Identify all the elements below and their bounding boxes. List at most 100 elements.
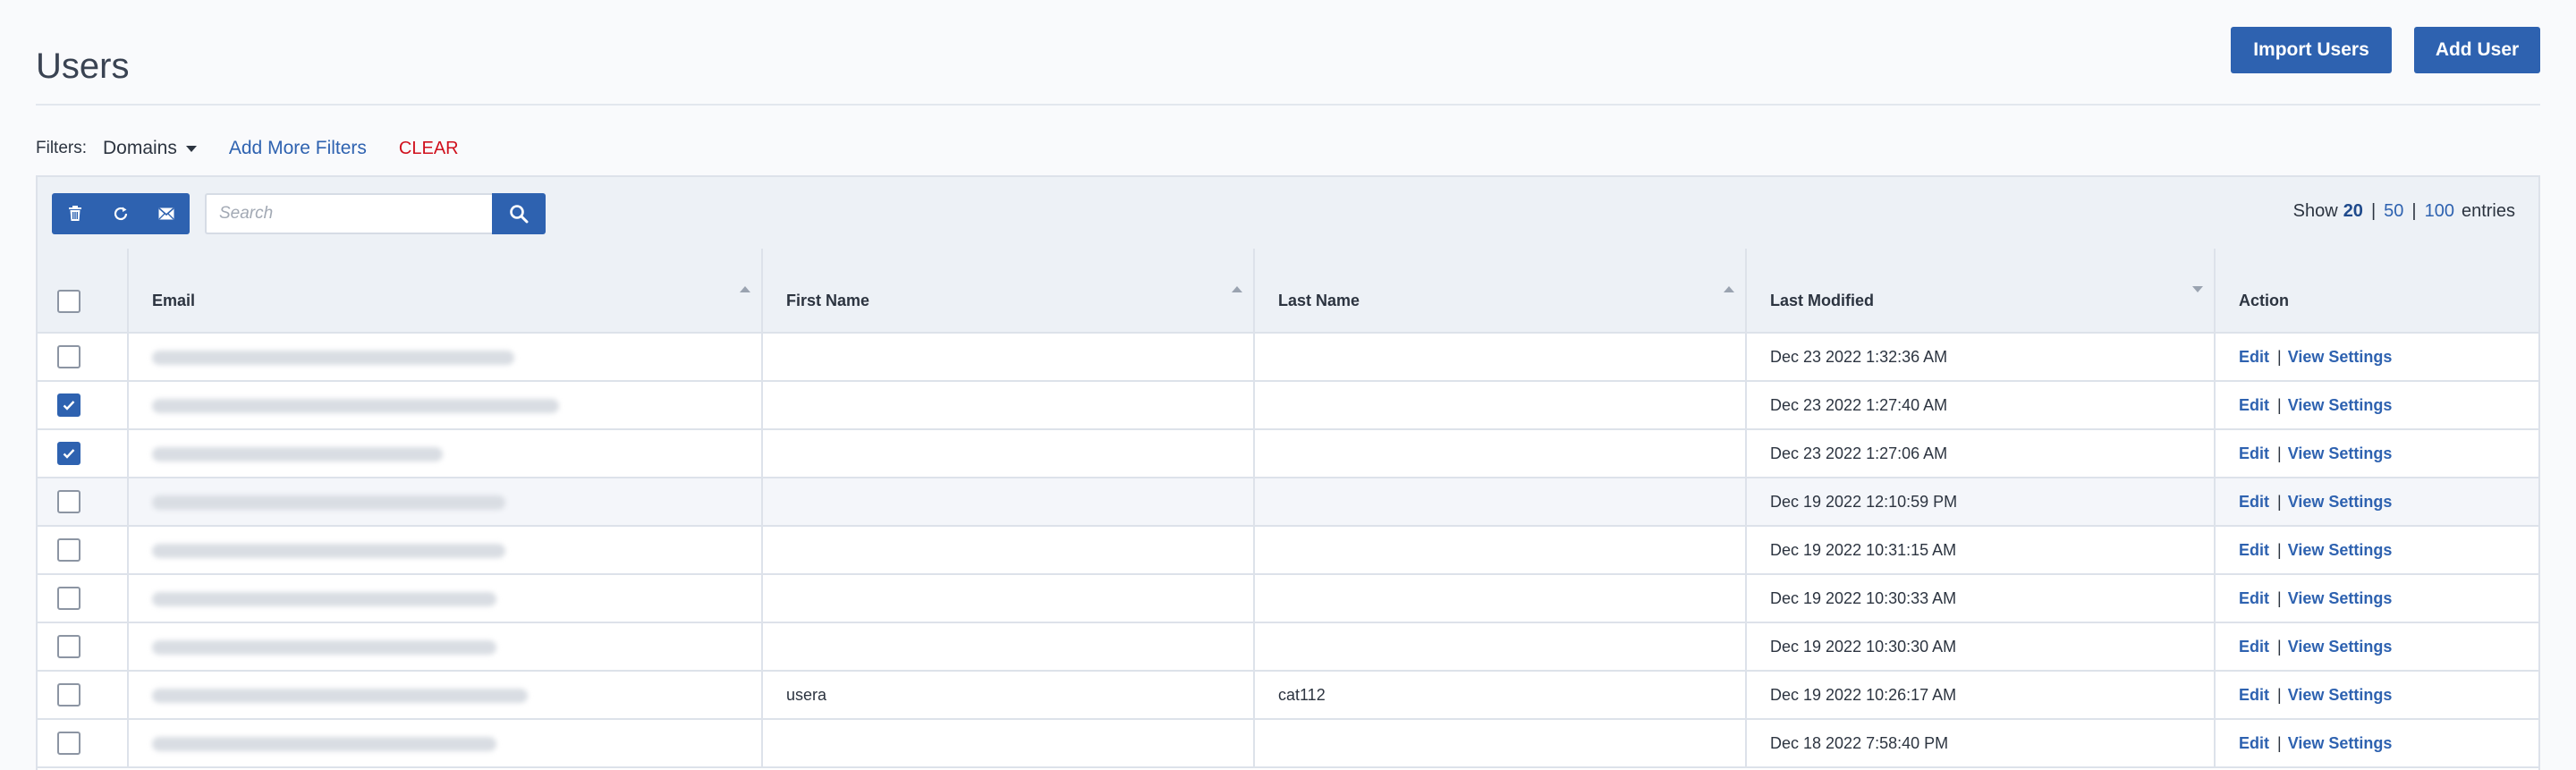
first-name-cell: [762, 429, 1255, 478]
search-button[interactable]: [492, 193, 546, 234]
view-settings-link[interactable]: View Settings: [2288, 444, 2393, 462]
column-header-last-modified[interactable]: Last Modified: [1746, 249, 2216, 334]
delete-button[interactable]: [52, 193, 97, 234]
last-name-cell: [1254, 381, 1747, 430]
edit-link[interactable]: Edit: [2239, 348, 2269, 366]
page-size-20[interactable]: 20: [2343, 201, 2363, 222]
last-modified-cell: Dec 23 2022 1:27:40 AM: [1746, 381, 2216, 430]
domains-filter-dropdown[interactable]: Domains: [103, 138, 197, 159]
column-label: Last Name: [1278, 292, 1360, 309]
email-redacted: [152, 447, 443, 461]
action-cell: Edit | View Settings: [2215, 333, 2538, 382]
page-title: Users: [36, 47, 130, 86]
row-select-cell: [38, 719, 129, 768]
import-users-button[interactable]: Import Users: [2231, 27, 2392, 73]
row-checkbox[interactable]: [57, 683, 80, 707]
email-cell: [128, 622, 763, 672]
column-header-last-name[interactable]: Last Name: [1254, 249, 1747, 334]
table-row: Dec 19 2022 10:30:30 AM Edit | View Setting…: [38, 622, 2538, 672]
row-checkbox[interactable]: [57, 345, 80, 368]
action-separator: |: [2277, 395, 2282, 414]
row-checkbox[interactable]: [57, 587, 80, 610]
page-size-50[interactable]: 50: [2384, 201, 2403, 222]
email-cell: [128, 719, 763, 768]
column-label: Last Modified: [1770, 292, 1874, 309]
row-checkbox[interactable]: [57, 442, 80, 465]
edit-link[interactable]: Edit: [2239, 589, 2269, 607]
row-select-cell: [38, 526, 129, 575]
edit-link[interactable]: Edit: [2239, 686, 2269, 704]
check-icon: [63, 401, 75, 410]
view-settings-link[interactable]: View Settings: [2288, 638, 2393, 656]
filters-bar: Filters: Domains Add More Filters CLEAR: [36, 134, 459, 163]
email-redacted: [152, 351, 514, 365]
action-cell: Edit | View Settings: [2215, 526, 2538, 575]
column-label: First Name: [786, 292, 870, 309]
first-name-cell: [762, 333, 1255, 382]
last-name-cell: cat112: [1254, 671, 1747, 720]
row-checkbox[interactable]: [57, 393, 80, 417]
last-modified-cell: Dec 19 2022 10:30:33 AM: [1746, 574, 2216, 623]
table-row: Dec 18 2022 7:58:40 PM Edit | View Settings: [38, 719, 2538, 768]
show-label: Show: [2292, 201, 2338, 221]
view-settings-link[interactable]: View Settings: [2288, 734, 2393, 752]
view-settings-link[interactable]: View Settings: [2288, 589, 2393, 607]
filters-label: Filters:: [36, 139, 87, 157]
last-name-cell: [1254, 526, 1747, 575]
page-size-100[interactable]: 100: [2425, 201, 2454, 222]
first-name-cell: [762, 478, 1255, 527]
search-input[interactable]: [205, 193, 518, 234]
first-name-cell: usera: [762, 671, 1255, 720]
last-name-cell: [1254, 478, 1747, 527]
email-button[interactable]: [143, 193, 189, 234]
action-cell: Edit | View Settings: [2215, 671, 2538, 720]
first-name-cell: [762, 622, 1255, 672]
row-select-cell: [38, 429, 129, 478]
row-select-cell: [38, 574, 129, 623]
envelope-icon: [157, 207, 174, 220]
action-separator: |: [2277, 492, 2282, 511]
table-row: Dec 19 2022 10:31:15 AM Edit | View Setting…: [38, 526, 2538, 575]
edit-link[interactable]: Edit: [2239, 734, 2269, 752]
header-divider: [36, 104, 2540, 106]
view-settings-link[interactable]: View Settings: [2288, 541, 2393, 559]
add-user-button[interactable]: Add User: [2414, 27, 2540, 73]
domains-filter-label: Domains: [103, 138, 177, 158]
select-all-checkbox[interactable]: [57, 289, 80, 313]
view-settings-link[interactable]: View Settings: [2288, 493, 2393, 511]
column-label: Email: [152, 292, 196, 309]
action-separator: |: [2277, 733, 2282, 752]
edit-link[interactable]: Edit: [2239, 444, 2269, 462]
refresh-icon: [114, 207, 127, 221]
row-checkbox[interactable]: [57, 538, 80, 562]
search-icon: [510, 205, 529, 224]
email-redacted: [152, 689, 528, 703]
trash-icon: [68, 206, 81, 221]
row-checkbox[interactable]: [57, 490, 80, 513]
row-checkbox[interactable]: [57, 635, 80, 658]
column-header-email[interactable]: Email: [128, 249, 763, 334]
view-settings-link[interactable]: View Settings: [2288, 348, 2393, 366]
email-cell: [128, 478, 763, 527]
edit-link[interactable]: Edit: [2239, 638, 2269, 656]
select-all-cell: [38, 249, 129, 334]
first-name-cell: [762, 526, 1255, 575]
edit-link[interactable]: Edit: [2239, 396, 2269, 414]
edit-link[interactable]: Edit: [2239, 493, 2269, 511]
refresh-button[interactable]: [97, 193, 143, 234]
edit-link[interactable]: Edit: [2239, 541, 2269, 559]
view-settings-link[interactable]: View Settings: [2288, 396, 2393, 414]
sort-asc-icon: [1232, 286, 1242, 292]
table-toolbar: Show 20 | 50 | 100 entries: [38, 177, 2538, 250]
view-settings-link[interactable]: View Settings: [2288, 686, 2393, 704]
action-cell: Edit | View Settings: [2215, 622, 2538, 672]
column-header-first-name[interactable]: First Name: [762, 249, 1255, 334]
table-row: usera cat112 Dec 19 2022 10:26:17 AM Edit | V…: [38, 671, 2538, 720]
add-more-filters-link[interactable]: Add More Filters: [229, 138, 367, 159]
row-select-cell: [38, 671, 129, 720]
email-redacted: [152, 737, 496, 751]
email-cell: [128, 333, 763, 382]
row-checkbox[interactable]: [57, 732, 80, 755]
clear-filters-link[interactable]: CLEAR: [399, 139, 459, 159]
table-row: Dec 23 2022 1:32:36 AM Edit | View Settings: [38, 333, 2538, 382]
